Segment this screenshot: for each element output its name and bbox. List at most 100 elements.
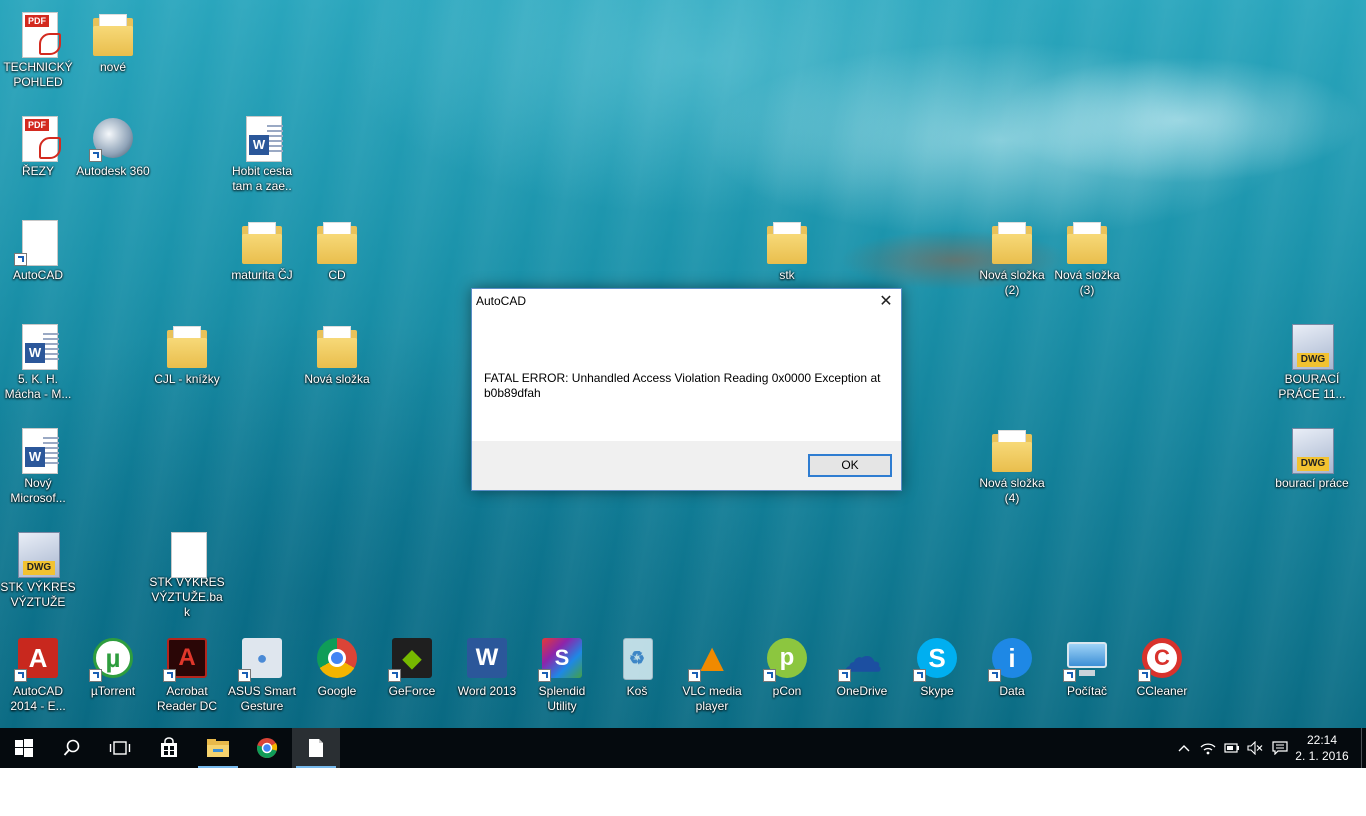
- app-geforce[interactable]: ◆ GeForce: [374, 628, 450, 724]
- icon-label: Koš: [626, 684, 648, 698]
- task-view-icon: [109, 741, 131, 755]
- taskbar-store[interactable]: [145, 728, 193, 768]
- desktop-icon-macha[interactable]: W 5. K. H. Mácha - M...: [0, 316, 76, 412]
- icon-label: ŘEZY: [21, 164, 54, 178]
- word-document-icon: W: [246, 116, 283, 162]
- show-hidden-icons-icon[interactable]: [1176, 740, 1192, 756]
- icon-label: Nová složka (4): [979, 476, 1045, 505]
- shortcut-arrow-icon: [838, 669, 851, 682]
- app-kos[interactable]: ♻ Koš: [599, 628, 675, 724]
- wifi-icon[interactable]: [1200, 740, 1216, 756]
- desktop-icon-maturita[interactable]: maturita ČJ: [224, 212, 300, 308]
- folder-icon: [313, 218, 361, 266]
- desktop-icon-autodesk-360[interactable]: Autodesk 360: [75, 108, 151, 204]
- taskbar-file-explorer[interactable]: [194, 728, 242, 768]
- desktop-icon-nova-slozka-3[interactable]: Nová složka (3): [1049, 212, 1125, 308]
- action-center-icon[interactable]: [1272, 740, 1288, 756]
- close-icon[interactable]: ✕: [871, 289, 901, 313]
- app-data[interactable]: i Data: [974, 628, 1050, 724]
- error-dialog: AutoCAD ✕ FATAL ERROR: Unhandled Access …: [471, 288, 902, 491]
- folder-icon: [988, 426, 1036, 474]
- shortcut-arrow-icon: [388, 669, 401, 682]
- blank-file-icon: [171, 532, 207, 578]
- desktop-icon-autocad-file[interactable]: AutoCAD: [0, 212, 76, 308]
- desktop-icon-nova-slozka-4[interactable]: Nová složka (4): [974, 420, 1050, 516]
- desktop-icon-nova-slozka[interactable]: Nová složka: [299, 316, 375, 412]
- desktop-icon-bouraci-prace-11[interactable]: DWG BOURACÍ PRÁCE 11...: [1274, 316, 1350, 412]
- app-vlc[interactable]: ▲ VLC media player: [674, 628, 750, 724]
- folder-icon: [238, 218, 286, 266]
- app-asus-gesture[interactable]: ● ASUS Smart Gesture: [224, 628, 300, 724]
- icon-label: ASUS Smart Gesture: [227, 684, 296, 713]
- icon-label: BOURACÍ PRÁCE 11...: [1278, 372, 1346, 401]
- app-ccleaner[interactable]: C CCleaner: [1124, 628, 1200, 724]
- desktop-icon-cjl-knizky[interactable]: CJL - knížky: [149, 316, 225, 412]
- search-button[interactable]: [48, 728, 96, 768]
- desktop-icon-bouraci-prace[interactable]: DWG bourací práce: [1274, 420, 1350, 516]
- shortcut-arrow-icon: [538, 669, 551, 682]
- dwg-file-icon: DWG: [1292, 324, 1334, 370]
- app-pocitac[interactable]: Počítač: [1049, 628, 1125, 724]
- icon-label: STK VÝKRES VÝZTUŽE: [0, 580, 76, 609]
- folder-icon: [1063, 218, 1111, 266]
- icon-label: Splendid Utility: [538, 684, 586, 713]
- app-word-2013[interactable]: W Word 2013: [449, 628, 525, 724]
- icon-label: CCleaner: [1136, 684, 1188, 698]
- app-google[interactable]: Google: [299, 628, 375, 724]
- desktop-icon-nova-slozka-2[interactable]: Nová složka (2): [974, 212, 1050, 308]
- icon-label: TECHNICKÝ POHLED: [3, 60, 73, 89]
- app-utorrent[interactable]: µ µTorrent: [75, 628, 151, 724]
- app-skype[interactable]: S Skype: [899, 628, 975, 724]
- icon-label: Google: [317, 684, 357, 698]
- dwg-file-icon: DWG: [18, 532, 60, 578]
- desktop-icon-hobit[interactable]: W Hobit cesta tam a zae..: [224, 108, 300, 204]
- clock[interactable]: 22:14 2. 1. 2016: [1292, 732, 1352, 764]
- taskbar-chrome[interactable]: [243, 728, 291, 768]
- folder-icon: [163, 322, 211, 370]
- icon-label: Nová složka (2): [979, 268, 1045, 297]
- shortcut-arrow-icon: [688, 669, 701, 682]
- battery-icon[interactable]: [1224, 740, 1240, 756]
- error-message: FATAL ERROR: Unhandled Access Violation …: [484, 371, 881, 400]
- app-acrobat[interactable]: A Acrobat Reader DC: [149, 628, 225, 724]
- icon-label: STK VÝKRES VÝZTUŽE.bak: [149, 575, 225, 619]
- app-autocad-2014[interactable]: A AutoCAD 2014 - E...: [0, 628, 76, 724]
- desktop-icon-cd[interactable]: CD: [299, 212, 375, 308]
- desktop-icon-nove[interactable]: nové: [75, 4, 151, 100]
- desktop-icon-technicky-pohled[interactable]: PDF TECHNICKÝ POHLED: [0, 4, 76, 100]
- folder-icon: [207, 739, 229, 757]
- icon-label: nové: [99, 60, 127, 74]
- shortcut-arrow-icon: [1063, 669, 1076, 682]
- app-pcon[interactable]: p pCon: [749, 628, 825, 724]
- desktop-icon-stk-vykres-bak[interactable]: STK VÝKRES VÝZTUŽE.bak: [149, 524, 225, 620]
- desktop-icon-stk-vykres[interactable]: DWG STK VÝKRES VÝZTUŽE: [0, 524, 76, 620]
- app-onedrive[interactable]: ☁ OneDrive: [824, 628, 900, 724]
- desktop-icon-novy-microsoft[interactable]: W Nový Microsof...: [0, 420, 76, 516]
- recycle-glyph: ♻: [628, 647, 646, 668]
- app-splendid[interactable]: S Splendid Utility: [524, 628, 600, 724]
- shortcut-arrow-icon: [238, 669, 251, 682]
- show-desktop-button[interactable]: [1361, 728, 1366, 768]
- folder-icon: [988, 218, 1036, 266]
- shortcut-arrow-icon: [163, 669, 176, 682]
- taskbar-autocad[interactable]: [292, 728, 340, 768]
- search-icon: [63, 739, 80, 756]
- icon-label: Word 2013: [457, 684, 517, 698]
- icon-label: Nová složka: [304, 372, 370, 386]
- ok-button[interactable]: OK: [808, 454, 892, 477]
- running-indicator: [198, 766, 238, 768]
- folder-icon: [763, 218, 811, 266]
- task-view-button[interactable]: [96, 728, 144, 768]
- running-indicator: [296, 766, 336, 768]
- icon-label: Acrobat Reader DC: [156, 684, 218, 713]
- start-button[interactable]: [0, 728, 48, 768]
- icon-label: AutoCAD: [12, 268, 64, 282]
- icon-label: Data: [999, 684, 1025, 698]
- taskbar: 22:14 2. 1. 2016: [0, 728, 1366, 768]
- volume-muted-icon[interactable]: [1247, 740, 1263, 756]
- blank-file-icon: [22, 220, 58, 266]
- autodesk-360-icon: [89, 114, 137, 162]
- shortcut-arrow-icon: [89, 149, 102, 162]
- icon-label: Počítač: [1066, 684, 1108, 698]
- desktop-icon-rezy[interactable]: PDF ŘEZY: [0, 108, 76, 204]
